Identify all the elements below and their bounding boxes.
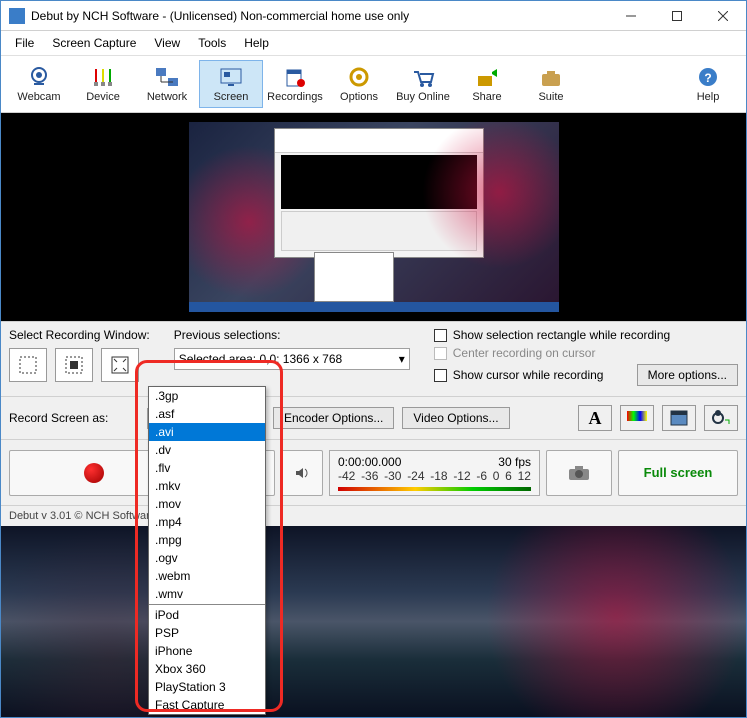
toolbar-screen[interactable]: Screen	[199, 60, 263, 108]
device-icon	[89, 65, 117, 89]
checkbox	[434, 347, 447, 360]
color-adjust-button[interactable]	[620, 405, 654, 431]
preview-area	[1, 113, 746, 321]
audio-button[interactable]	[281, 450, 323, 496]
more-options-button[interactable]: More options...	[637, 364, 738, 386]
toolbar-label: Recordings	[267, 91, 323, 103]
format-option[interactable]: .avi	[149, 423, 265, 441]
format-option[interactable]: PSP	[149, 624, 265, 642]
toolbar-label: Suite	[538, 91, 563, 103]
close-button[interactable]	[700, 1, 746, 31]
format-dropdown-list[interactable]: .3gp.asf.avi.dv.flv.mkv.mov.mp4.mpg.ogv.…	[148, 386, 266, 715]
snapshot-button[interactable]	[546, 450, 612, 496]
recording-controls: ❚❚ ■ 0:00:00.00030 fps -42-36-30-24-18-1…	[1, 439, 746, 505]
toolbar-label: Device	[86, 91, 120, 103]
app-icon	[9, 8, 25, 24]
toolbar-suite[interactable]: Suite	[519, 60, 583, 108]
toolbar-buyonline[interactable]: Buy Online	[391, 60, 455, 108]
toolbar-label: Help	[697, 91, 720, 103]
toolbar-label: Screen	[214, 91, 249, 103]
svg-text:?: ?	[704, 71, 711, 85]
select-region-button[interactable]	[9, 348, 47, 382]
record-icon	[84, 463, 104, 483]
record-as-label: Record Screen as:	[9, 411, 139, 425]
toolbar-label: Webcam	[17, 91, 60, 103]
video-options-button[interactable]: Video Options...	[402, 407, 509, 429]
format-option[interactable]: .dv	[149, 441, 265, 459]
format-option[interactable]: .mkv	[149, 477, 265, 495]
elapsed-time: 0:00:00.000	[338, 455, 401, 469]
menubar: File Screen Capture View Tools Help	[1, 31, 746, 56]
format-option[interactable]: .webm	[149, 567, 265, 585]
toolbar-help[interactable]: ? Help	[676, 60, 740, 108]
text-overlay-button[interactable]: A	[578, 405, 612, 431]
select-fullscreen-button[interactable]	[101, 348, 139, 382]
screen-icon	[217, 65, 245, 89]
format-option[interactable]: .wmv	[149, 585, 265, 603]
toolbar-device[interactable]: Device	[71, 60, 135, 108]
select-window-button[interactable]	[55, 348, 93, 382]
help-icon: ?	[694, 65, 722, 89]
titlebar: Debut by NCH Software - (Unlicensed) Non…	[1, 1, 746, 31]
previous-selections-dropdown[interactable]: Selected area: 0,0; 1366 x 768 ▾	[174, 348, 410, 370]
buyonline-icon	[409, 65, 437, 89]
menu-view[interactable]: View	[146, 33, 188, 53]
chk-center-cursor: Center recording on cursor	[453, 346, 596, 360]
minimize-button[interactable]	[608, 1, 654, 31]
select-window-label: Select Recording Window:	[9, 328, 150, 342]
format-option[interactable]: .3gp	[149, 387, 265, 405]
chevron-down-icon: ▾	[399, 352, 405, 366]
toolbar-label: Buy Online	[396, 91, 450, 103]
menu-file[interactable]: File	[7, 33, 42, 53]
encoder-options-button[interactable]: Encoder Options...	[273, 407, 394, 429]
toolbar-network[interactable]: Network	[135, 60, 199, 108]
menu-help[interactable]: Help	[236, 33, 277, 53]
selection-panel: Select Recording Window: Previous select…	[1, 321, 746, 396]
camera-overlay-button[interactable]	[704, 405, 738, 431]
menu-tools[interactable]: Tools	[190, 33, 234, 53]
fps-label: 30 fps	[498, 455, 531, 469]
toolbar-label: Network	[147, 91, 187, 103]
format-option[interactable]: .asf	[149, 405, 265, 423]
toolbar-recordings[interactable]: Recordings	[263, 60, 327, 108]
menu-screen-capture[interactable]: Screen Capture	[44, 33, 144, 53]
recordings-icon	[281, 65, 309, 89]
share-icon	[473, 65, 501, 89]
background-preview	[1, 526, 746, 717]
checkbox[interactable]	[434, 329, 447, 342]
fullscreen-button[interactable]: Full screen	[618, 450, 738, 496]
footer-version: Debut v 3.01 © NCH Software	[1, 505, 746, 526]
chk-show-cursor: Show cursor while recording	[453, 368, 604, 382]
level-meter: 0:00:00.00030 fps -42-36-30-24-18-12-606…	[329, 450, 540, 496]
webcam-icon	[25, 65, 53, 89]
record-format-panel: Record Screen as: .avi ▾ Encoder Options…	[1, 396, 746, 439]
toolbar-webcam[interactable]: Webcam	[7, 60, 71, 108]
format-option[interactable]: .ogv	[149, 549, 265, 567]
format-option[interactable]: PlayStation 3	[149, 678, 265, 696]
format-option[interactable]: iPhone	[149, 642, 265, 660]
format-option[interactable]: .mov	[149, 495, 265, 513]
window-title: Debut by NCH Software - (Unlicensed) Non…	[31, 9, 608, 23]
maximize-button[interactable]	[654, 1, 700, 31]
format-option[interactable]: iPod	[149, 606, 265, 624]
network-icon	[153, 65, 181, 89]
chk-show-selection: Show selection rectangle while recording	[453, 328, 670, 342]
previous-selection-value: Selected area: 0,0; 1366 x 768	[179, 352, 342, 366]
options-icon	[345, 65, 373, 89]
suite-icon	[537, 65, 565, 89]
checkbox[interactable]	[434, 369, 447, 382]
toolbar-label: Share	[472, 91, 501, 103]
watermark-button[interactable]	[662, 405, 696, 431]
toolbar-options[interactable]: Options	[327, 60, 391, 108]
format-option[interactable]: .mpg	[149, 531, 265, 549]
previous-selections-label: Previous selections:	[174, 328, 410, 342]
toolbar-label: Options	[340, 91, 378, 103]
toolbar: Webcam Device Network Screen Recordings Optio…	[1, 56, 746, 113]
format-option[interactable]: Fast Capture	[149, 696, 265, 714]
format-option[interactable]: .mp4	[149, 513, 265, 531]
toolbar-share[interactable]: Share	[455, 60, 519, 108]
format-option[interactable]: .flv	[149, 459, 265, 477]
format-option[interactable]: Xbox 360	[149, 660, 265, 678]
